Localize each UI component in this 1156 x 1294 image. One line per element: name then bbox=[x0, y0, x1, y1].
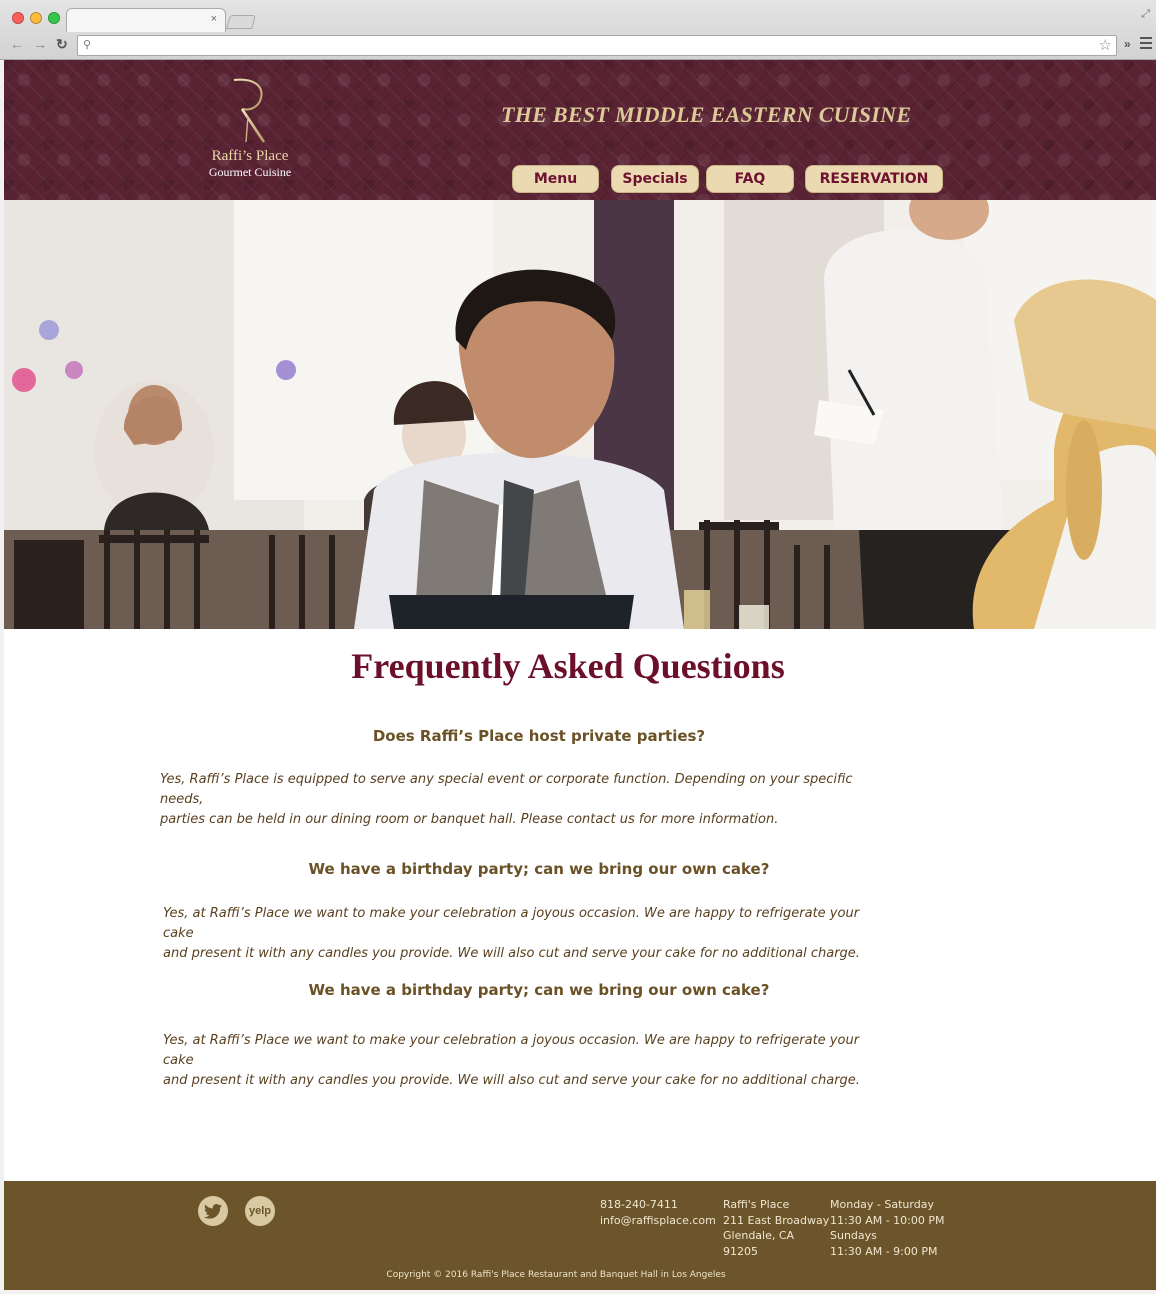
hours-line-1: Monday - Saturday bbox=[830, 1198, 934, 1211]
close-window-button[interactable] bbox=[12, 12, 24, 24]
tab-close-icon[interactable]: × bbox=[211, 13, 217, 25]
contact-block: 818-240-7411 info@raffisplace.com bbox=[600, 1197, 716, 1228]
back-arrow-icon[interactable]: ← bbox=[10, 36, 24, 52]
hours-block: Monday - Saturday 11:30 AM - 10:00 PM Su… bbox=[830, 1197, 945, 1259]
hours-line-3: Sundays bbox=[830, 1229, 877, 1242]
address-line-3: Glendale, CA bbox=[723, 1229, 795, 1242]
page-title: Frequently Asked Questions bbox=[351, 646, 785, 686]
address-bar[interactable]: ⚲ ☆ bbox=[77, 35, 1117, 56]
twitter-bird-icon bbox=[204, 1203, 222, 1219]
address-block: Raffi's Place 211 East Broadway Glendale… bbox=[723, 1197, 829, 1259]
faq-answer-3-line-1: Yes, at Raffi’s Place we want to make yo… bbox=[163, 1033, 860, 1068]
address-line-4: 91205 bbox=[723, 1244, 758, 1258]
nav-specials[interactable]: Specials bbox=[611, 165, 699, 193]
faq-question-2: We have a birthday party; can we bring o… bbox=[308, 860, 770, 878]
nav-reservation[interactable]: RESERVATION bbox=[805, 165, 943, 193]
extensions-chevron-icon[interactable]: » bbox=[1124, 37, 1131, 51]
site-footer: yelp 818-240-7411 info@raffisplace.com R… bbox=[4, 1181, 1156, 1290]
new-tab-button[interactable] bbox=[226, 15, 256, 29]
footer-phone[interactable]: 818-240-7411 bbox=[600, 1197, 716, 1213]
bookmark-star-icon[interactable]: ☆ bbox=[1099, 36, 1112, 54]
forward-arrow-icon[interactable]: → bbox=[33, 36, 47, 52]
faq-answer-1-line-2: parties can be held in our dining room o… bbox=[160, 812, 779, 827]
nav-menu[interactable]: Menu bbox=[512, 165, 599, 193]
hours-line-2: 11:30 AM - 10:00 PM bbox=[830, 1213, 945, 1227]
address-line-2: 211 East Broadway bbox=[723, 1213, 830, 1227]
yelp-icon[interactable]: yelp bbox=[245, 1196, 275, 1226]
faq-answer-2: Yes, at Raffi’s Place we want to make yo… bbox=[163, 904, 893, 964]
faq-answer-3-line-2: and present it with any candles you prov… bbox=[163, 1073, 860, 1088]
tagline: THE BEST MIDDLE EASTERN CUISINE bbox=[501, 102, 912, 127]
site-header: Raffi’s Place Gourmet Cuisine THE BEST M… bbox=[4, 60, 1156, 200]
browser-tab[interactable]: × bbox=[66, 8, 226, 32]
browser-menu-icon[interactable] bbox=[1140, 37, 1152, 52]
raffi-monogram-icon bbox=[233, 78, 266, 143]
faq-answer-1: Yes, Raffi’s Place is equipped to serve … bbox=[160, 770, 890, 830]
copyright-text: Copyright © 2016 Raffi's Place Restauran… bbox=[386, 1270, 726, 1280]
faq-answer-3: Yes, at Raffi’s Place we want to make yo… bbox=[163, 1031, 893, 1091]
hero-photo bbox=[4, 200, 1156, 629]
faq-answer-2-line-2: and present it with any candles you prov… bbox=[163, 946, 860, 961]
footer-email[interactable]: info@raffisplace.com bbox=[600, 1213, 716, 1229]
faq-answer-2-line-1: Yes, at Raffi’s Place we want to make yo… bbox=[163, 906, 860, 941]
search-icon: ⚲ bbox=[83, 39, 92, 51]
reload-icon[interactable]: ↻ bbox=[56, 36, 68, 53]
fullscreen-icon[interactable]: ⤢ bbox=[1141, 8, 1150, 21]
faq-question-1: Does Raffi’s Place host private parties? bbox=[372, 727, 706, 745]
restaurant-scene-image bbox=[4, 200, 1156, 629]
zoom-window-button[interactable] bbox=[48, 12, 60, 24]
browser-toolbar: ← → ↻ ⚲ ☆ » bbox=[0, 33, 1156, 59]
logo-name: Raffi’s Place bbox=[211, 148, 289, 164]
address-line-1: Raffi's Place bbox=[723, 1198, 790, 1211]
site-logo[interactable]: Raffi’s Place Gourmet Cuisine bbox=[200, 76, 300, 180]
faq-answer-1-line-1: Yes, Raffi’s Place is equipped to serve … bbox=[160, 772, 853, 807]
logo-subtitle: Gourmet Cuisine bbox=[208, 165, 292, 179]
nav-faq[interactable]: FAQ bbox=[706, 165, 794, 193]
minimize-window-button[interactable] bbox=[30, 12, 42, 24]
web-page: Raffi’s Place Gourmet Cuisine THE BEST M… bbox=[4, 60, 1156, 1290]
twitter-icon[interactable] bbox=[198, 1196, 228, 1226]
browser-chrome: × ⤢ ← → ↻ ⚲ ☆ » bbox=[0, 0, 1156, 60]
window-controls bbox=[12, 12, 60, 24]
hours-line-4: 11:30 AM - 9:00 PM bbox=[830, 1244, 938, 1258]
faq-question-3: We have a birthday party; can we bring o… bbox=[308, 981, 770, 999]
